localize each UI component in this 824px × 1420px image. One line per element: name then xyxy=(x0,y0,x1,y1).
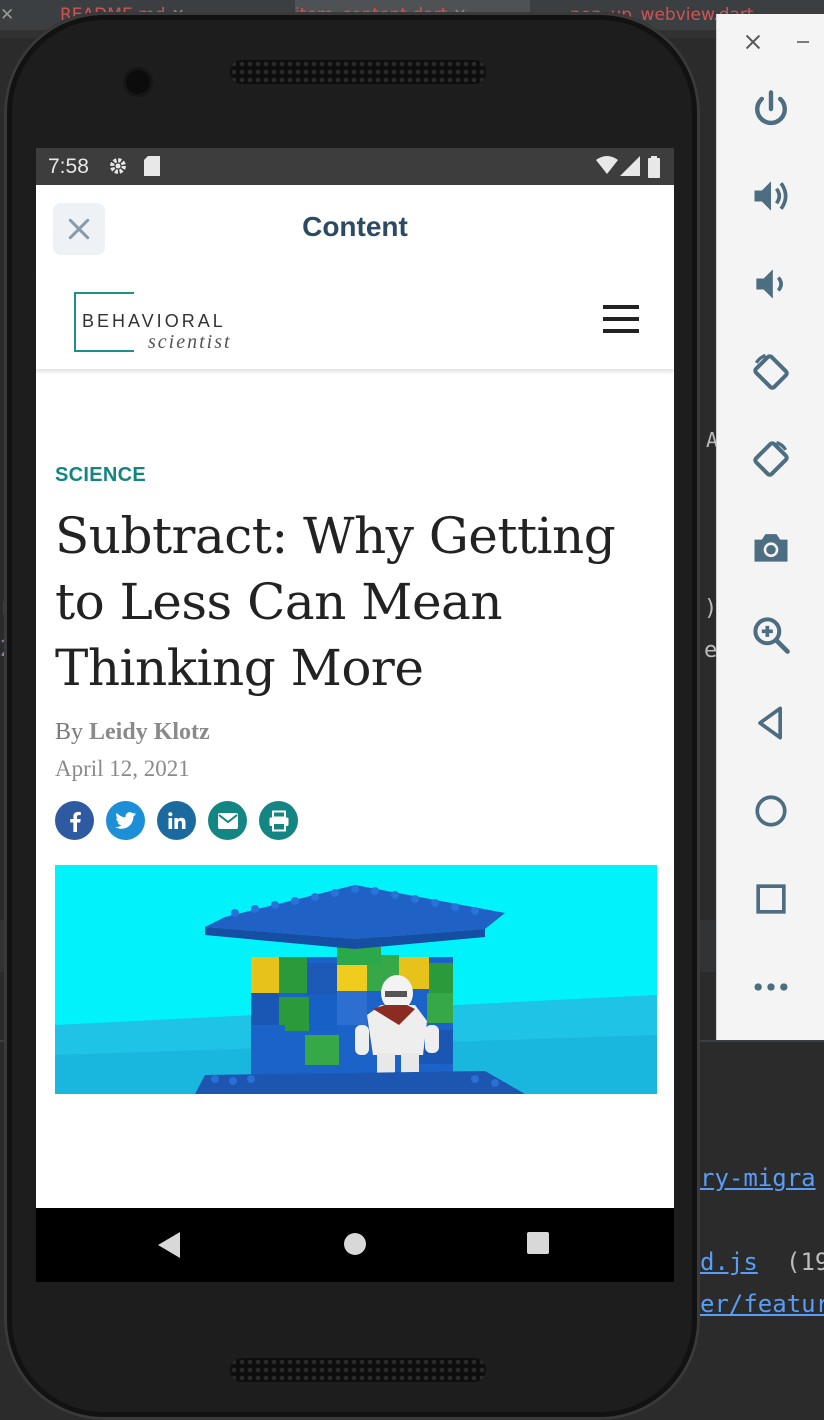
ide-console-link[interactable]: er/featur xyxy=(700,1290,824,1318)
front-camera xyxy=(126,70,150,94)
linkedin-share-button[interactable] xyxy=(157,801,196,840)
emulator-toolbar xyxy=(716,14,824,1040)
byline: By Leidy Klotz xyxy=(55,719,210,746)
app-bar: Content xyxy=(36,185,674,273)
menu-icon[interactable] xyxy=(603,305,639,335)
phone-screen: 7:58 Content BEHAVIORAL scientist SCIENC… xyxy=(36,148,674,1282)
status-time: 7:58 xyxy=(48,155,89,178)
publish-date: April 12, 2021 xyxy=(55,756,190,781)
zoom-icon[interactable] xyxy=(717,610,824,660)
site-header: BEHAVIORAL scientist xyxy=(36,273,674,369)
byline-prefix: By xyxy=(55,719,84,745)
signal-icon xyxy=(620,156,640,182)
volume-down-icon[interactable] xyxy=(717,259,824,309)
close-icon[interactable] xyxy=(723,24,783,60)
home-icon[interactable] xyxy=(717,786,824,836)
nav-back-icon[interactable] xyxy=(158,1232,180,1258)
print-share-button[interactable] xyxy=(259,801,298,840)
twitter-share-button[interactable] xyxy=(106,801,145,840)
nav-home-icon[interactable] xyxy=(343,1232,367,1256)
ide-console-link[interactable]: d.js xyxy=(700,1248,758,1276)
article-hero-image xyxy=(55,865,657,1094)
back-icon[interactable] xyxy=(717,698,824,748)
email-share-button[interactable] xyxy=(208,801,247,840)
speaker-grille xyxy=(230,60,486,84)
article-headline: Subtract: Why Getting to Less Can Mean T… xyxy=(55,507,616,697)
minimize-icon[interactable] xyxy=(781,24,824,60)
nav-overview-icon[interactable] xyxy=(527,1232,549,1254)
facebook-share-button[interactable] xyxy=(55,801,94,840)
sd-card-icon xyxy=(144,156,162,182)
facebook-icon xyxy=(69,811,81,832)
ide-console-link[interactable]: ry-migra xyxy=(700,1164,816,1192)
linkedin-icon xyxy=(167,811,185,829)
battery-icon xyxy=(648,156,660,184)
twitter-icon xyxy=(114,811,136,829)
email-icon xyxy=(217,812,238,829)
gear-icon xyxy=(108,156,128,182)
more-icon[interactable] xyxy=(717,962,824,1012)
android-nav-bar xyxy=(36,1208,674,1282)
rotate-left-icon[interactable] xyxy=(717,347,824,397)
power-icon[interactable] xyxy=(717,84,824,134)
author-link[interactable]: Leidy Klotz xyxy=(89,719,210,745)
category-link[interactable]: SCIENCE xyxy=(55,464,146,487)
page-title: Content xyxy=(302,211,408,242)
camera-icon[interactable] xyxy=(717,522,824,572)
share-buttons xyxy=(55,801,298,840)
speaker-grille xyxy=(230,1358,486,1382)
volume-up-icon[interactable] xyxy=(717,171,824,221)
overview-icon[interactable] xyxy=(717,874,824,924)
logo-wordmark: BEHAVIORAL xyxy=(82,311,226,331)
logo-subtitle: scientist xyxy=(148,331,232,353)
rotate-right-icon[interactable] xyxy=(717,434,824,484)
close-icon[interactable]: ✕ xyxy=(0,0,14,30)
print-icon xyxy=(269,810,288,831)
wifi-icon xyxy=(596,156,618,182)
status-bar: 7:58 xyxy=(36,148,674,185)
ide-console-text: (19 xyxy=(786,1248,824,1276)
